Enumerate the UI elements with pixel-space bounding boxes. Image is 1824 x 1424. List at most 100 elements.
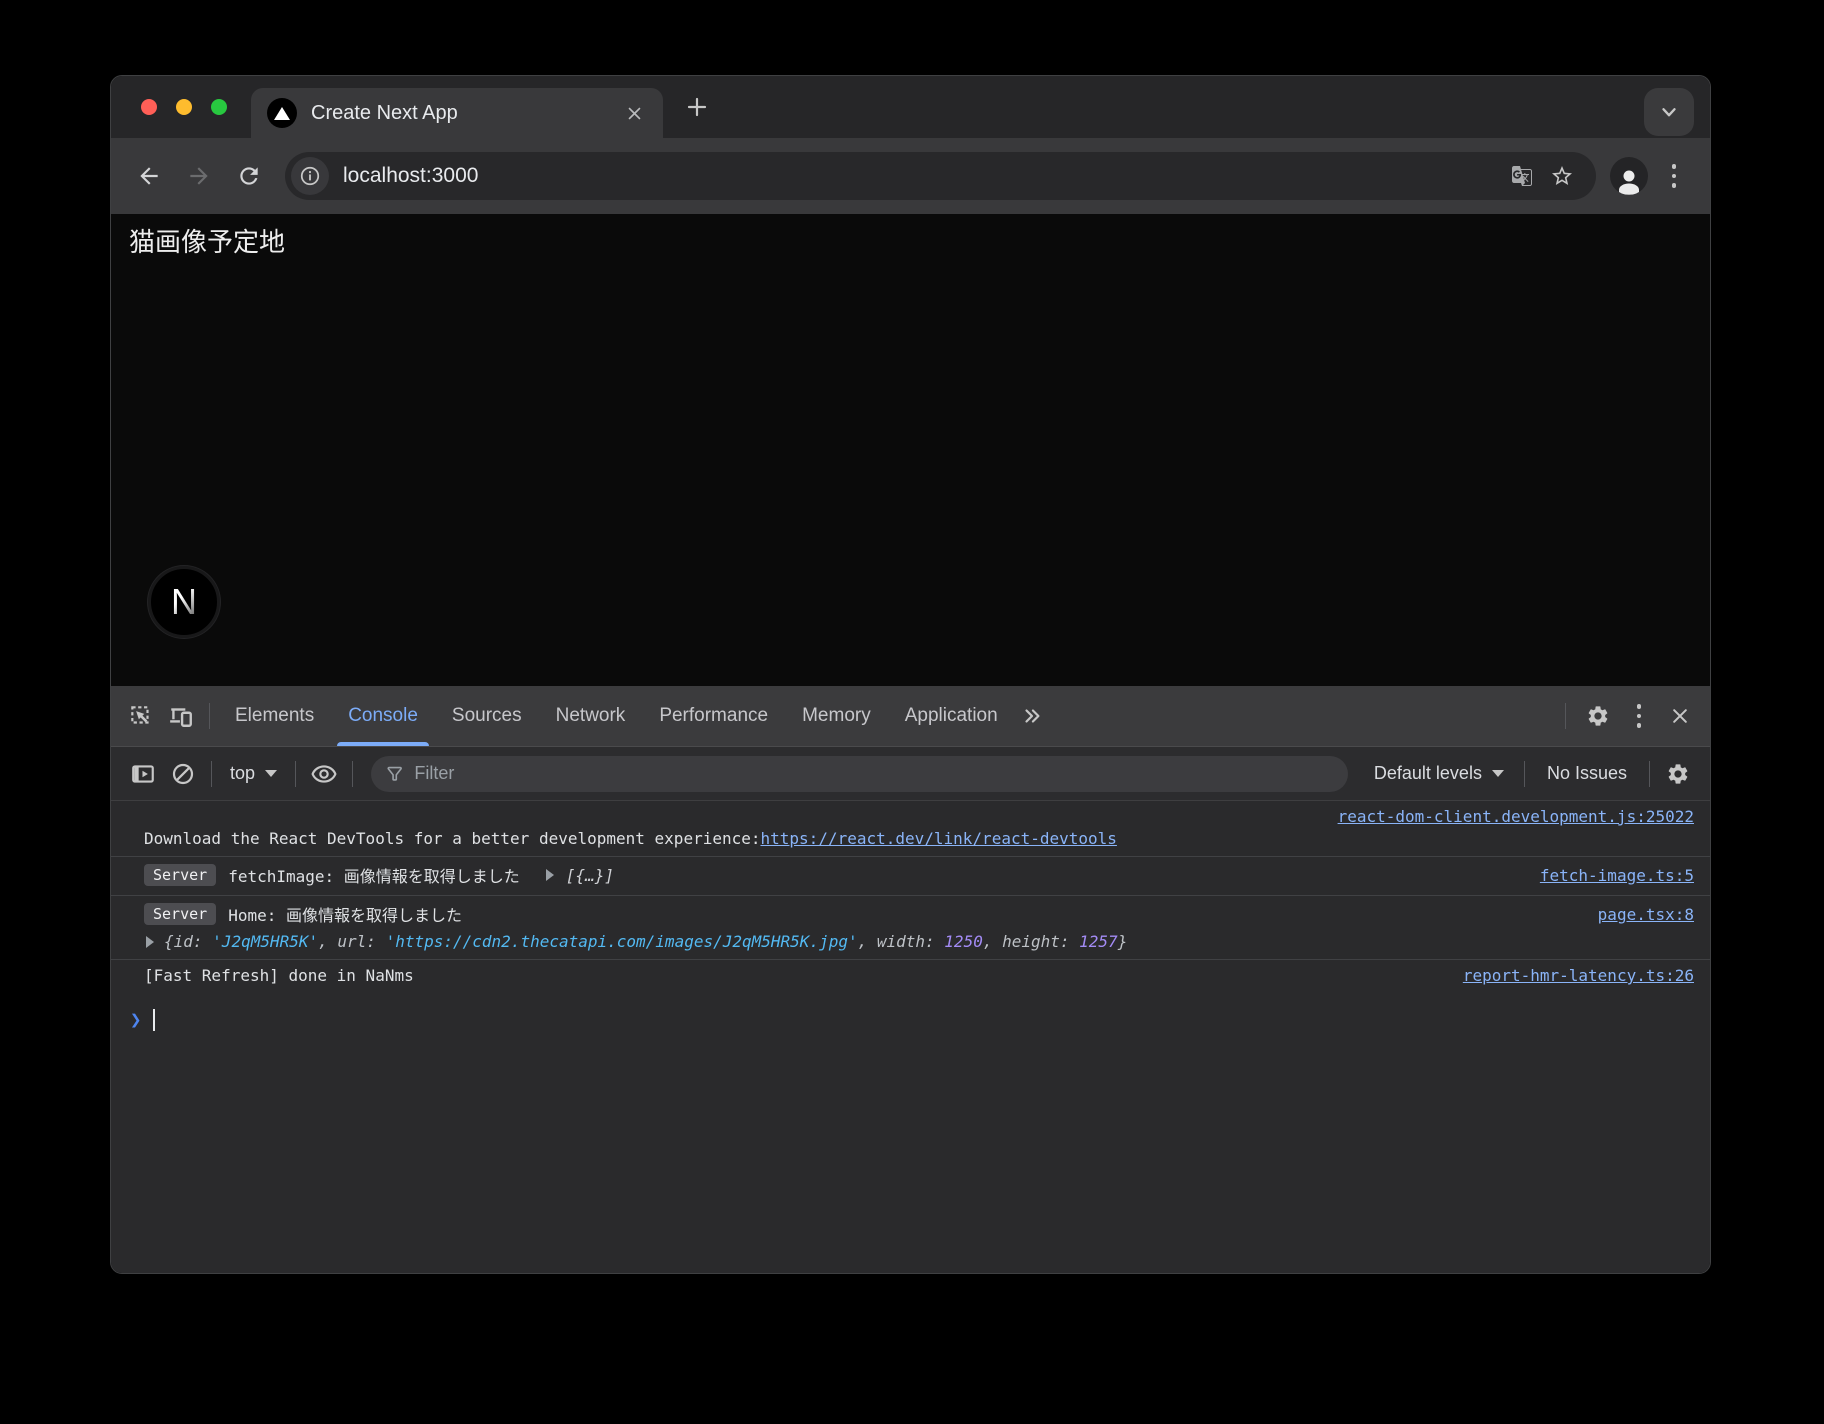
kebab-icon [1637,704,1642,709]
inspect-cursor-icon [128,703,154,729]
divider [209,703,210,729]
log-message: Download the React DevTools for a better… [144,829,761,848]
tab-application[interactable]: Application [888,686,1015,746]
source-link[interactable]: fetch-image.ts:5 [1540,866,1694,885]
forward-arrow-icon [186,163,212,189]
reload-icon [236,163,262,189]
clear-icon [171,762,195,786]
device-toolbar-button[interactable] [161,696,201,736]
forward-button[interactable] [177,154,221,198]
double-chevron-icon [1021,705,1043,727]
devtools-menu-button[interactable] [1622,696,1656,736]
zoom-window-button[interactable] [211,99,227,115]
more-tabs-button[interactable] [1015,696,1049,736]
log-levels-dropdown[interactable]: Default levels [1362,763,1516,784]
devtools-panel: Elements Console Sources Network Perform… [111,686,1710,1273]
browser-tab[interactable]: Create Next App [251,88,663,138]
live-expression-button[interactable] [304,754,344,794]
bookmark-button[interactable] [1542,156,1582,196]
address-bar[interactable]: localhost:3000 [285,152,1596,200]
devtools-tab-bar: Elements Console Sources Network Perform… [111,686,1710,747]
funnel-icon [385,764,404,784]
text-cursor [153,1009,155,1031]
react-devtools-link[interactable]: https://react.dev/link/react-devtools [761,829,1117,848]
chevron-down-icon [265,770,277,777]
eye-icon [311,761,337,787]
divider [1524,761,1525,787]
gear-icon [1586,704,1610,728]
prompt-chevron-icon: ❯ [130,1011,141,1030]
devtools-close-button[interactable] [1660,696,1700,736]
console-settings-button[interactable] [1658,754,1698,794]
object-preview[interactable]: {id: 'J2qM5HR5K', url: 'https://cdn2.the… [164,932,1127,951]
context-selector[interactable]: top [220,763,287,784]
plus-icon [685,95,709,119]
back-arrow-icon [136,163,162,189]
close-window-button[interactable] [141,99,157,115]
tab-memory[interactable]: Memory [785,686,888,746]
divider [1565,703,1566,729]
filter-input[interactable] [414,763,1333,784]
inspect-element-button[interactable] [121,696,161,736]
devtools-settings-button[interactable] [1578,696,1618,736]
console-filter[interactable] [371,756,1348,792]
translate-button[interactable] [1502,156,1542,196]
server-badge: Server [144,864,216,886]
star-icon [1550,164,1574,188]
site-info-button[interactable] [291,157,329,195]
reload-button[interactable] [227,154,271,198]
source-link[interactable]: react-dom-client.development.js:25022 [1338,807,1694,826]
tab-console[interactable]: Console [331,686,435,746]
nextjs-logo-icon: N [148,566,220,638]
traffic-lights [141,99,227,115]
console-entry: [Fast Refresh] done in NaNms report-hmr-… [111,960,1710,993]
new-tab-button[interactable] [679,89,715,125]
browser-window: Create Next App localhost:3000 [110,75,1711,1274]
back-button[interactable] [127,154,171,198]
chevron-down-icon [1492,770,1504,777]
translate-icon [1510,164,1534,188]
divider [211,761,212,787]
clear-console-button[interactable] [163,754,203,794]
person-icon [1614,167,1644,195]
tab-performance[interactable]: Performance [642,686,785,746]
tab-network[interactable]: Network [539,686,643,746]
minimize-window-button[interactable] [176,99,192,115]
sidebar-icon [130,761,156,787]
nextjs-favicon-icon [267,98,297,128]
tab-elements[interactable]: Elements [218,686,331,746]
tab-close-button[interactable] [619,98,649,128]
log-message: fetchImage: 画像情報を取得しました [228,863,520,887]
source-link[interactable]: report-hmr-latency.ts:26 [1463,966,1694,985]
divider [1649,761,1650,787]
page-placeholder-text: 猫画像予定地 [129,222,285,259]
console-toolbar: top Default levels No Issues [111,747,1710,801]
tab-sources[interactable]: Sources [435,686,539,746]
close-icon [626,105,643,122]
browser-toolbar: localhost:3000 [111,138,1710,214]
close-icon [1670,706,1690,726]
expand-arrow-icon[interactable] [546,869,554,881]
console-entry: react-dom-client.development.js:25022 Do… [111,801,1710,857]
gear-icon [1666,762,1690,786]
expand-arrow-icon[interactable] [146,936,154,948]
server-badge: Server [144,903,216,925]
device-toolbar-icon [168,703,194,729]
browser-menu-button[interactable] [1654,156,1694,196]
tab-title: Create Next App [311,102,619,125]
console-sidebar-button[interactable] [123,754,163,794]
console-log-area[interactable]: react-dom-client.development.js:25022 Do… [111,801,1710,1273]
page-content: 猫画像予定地 N [111,214,1710,686]
tab-search-button[interactable] [1644,88,1694,136]
source-link[interactable]: page.tsx:8 [1598,905,1694,924]
object-array-preview[interactable]: [{…}] [566,866,614,885]
tab-strip: Create Next App [111,76,1710,138]
url-text[interactable]: localhost:3000 [343,164,1502,188]
kebab-icon [1672,164,1677,169]
issues-counter[interactable]: No Issues [1533,763,1641,784]
console-prompt[interactable]: ❯ [111,1009,1710,1031]
console-entry: Server fetchImage: 画像情報を取得しました [{…}] fet… [111,857,1710,896]
log-message: Home: 画像情報を取得しました [228,902,462,926]
console-entry: Server Home: 画像情報を取得しました page.tsx:8 {id:… [111,896,1710,960]
profile-avatar-button[interactable] [1610,157,1648,195]
